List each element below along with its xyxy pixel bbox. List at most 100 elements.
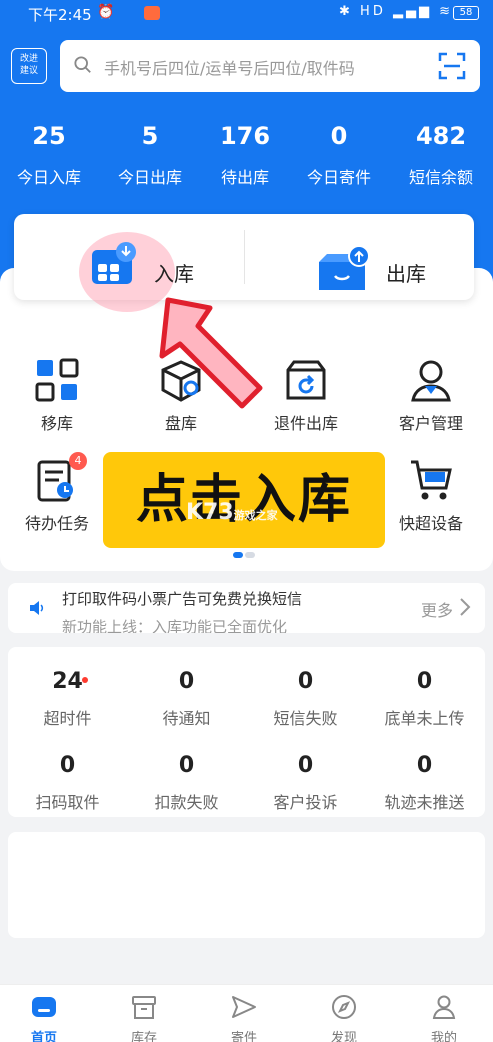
tab-home[interactable]: 首页	[14, 993, 74, 1042]
inbound-button[interactable]: 入库	[14, 214, 244, 300]
tab-inventory[interactable]: 库存	[114, 993, 174, 1042]
count-receipt-not-uploaded[interactable]: 0 底单未上传	[365, 667, 484, 729]
bottom-tab-bar: 首页 库存 寄件 发现 我的	[0, 984, 493, 1042]
scan-icon[interactable]	[438, 52, 466, 80]
move-stock-icon	[35, 358, 79, 402]
grid-label: 待办任务	[24, 514, 89, 533]
tab-send[interactable]: 寄件	[214, 993, 274, 1042]
count-value: 0	[297, 753, 314, 778]
stat-value: 5	[141, 122, 159, 150]
compass-icon	[332, 995, 356, 1019]
watermark: K73游戏之家	[186, 500, 278, 525]
count-label: 扣款失败	[154, 793, 219, 812]
main-action-card: 入库 出库	[14, 214, 474, 312]
notice-text-secondary: 新功能上线：入库功能已全面优化	[62, 618, 288, 633]
user-icon	[432, 995, 456, 1019]
todo-badge: 4	[69, 452, 87, 470]
stat-value: 0	[330, 122, 348, 150]
inventory-icon	[132, 996, 156, 1019]
grid-label: 客户管理	[398, 414, 463, 433]
count-sms-failed[interactable]: 0 短信失败	[246, 667, 365, 729]
search-icon	[74, 56, 91, 73]
alert-dot	[82, 677, 88, 683]
watermark-main: K73	[186, 500, 234, 525]
count-label: 短信失败	[273, 709, 338, 728]
count-value: 0	[178, 753, 195, 778]
chevron-right-icon[interactable]	[459, 597, 471, 617]
network-label: HD	[360, 4, 386, 19]
stat-label: 短信余额	[408, 168, 473, 187]
stat-label: 今日入库	[16, 168, 81, 187]
notice-text: 打印取件码小票广告可免费兑换短信	[62, 590, 303, 608]
stat-label: 今日寄件	[306, 168, 371, 187]
outbound-icon	[319, 245, 370, 290]
count-pending-notify[interactable]: 0 待通知	[127, 667, 246, 729]
recording-icon	[144, 6, 160, 20]
tab-discover[interactable]: 发现	[314, 993, 374, 1042]
count-label: 客户投诉	[273, 793, 338, 812]
count-value: 24	[52, 669, 83, 694]
empty-card	[8, 832, 485, 938]
more-link[interactable]: 更多	[421, 597, 453, 621]
count-scan-pickup[interactable]: 0 扫码取件	[8, 751, 127, 813]
count-label: 超时件	[43, 709, 92, 728]
outbound-label: 出库	[386, 262, 426, 286]
stat-pending-out[interactable]: 176 待出库	[196, 118, 294, 188]
notice-bar[interactable]: 打印取件码小票广告可免费兑换短信 新功能上线：入库功能已全面优化 更多	[8, 583, 485, 633]
grid-label: 移库	[40, 414, 73, 433]
stat-value: 482	[415, 122, 467, 150]
customer-icon	[411, 360, 451, 402]
suggestion-button[interactable]: 改进 建议	[11, 48, 47, 84]
count-value: 0	[178, 669, 195, 694]
return-outbound-icon	[286, 360, 326, 400]
count-track-not-pushed[interactable]: 0 轨迹未推送	[365, 751, 484, 813]
pointer-arrow-icon	[159, 297, 263, 409]
count-value: 0	[59, 753, 76, 778]
count-deduction-failed[interactable]: 0 扣款失败	[127, 751, 246, 813]
count-value: 0	[416, 753, 433, 778]
stat-value: 25	[32, 122, 66, 150]
tab-label: 发现	[330, 1031, 357, 1042]
search-input[interactable]: 手机号后四位/运单号后四位/取件码	[104, 55, 355, 79]
tab-label: 我的	[430, 1031, 457, 1042]
speaker-icon	[30, 601, 44, 615]
stat-today-in[interactable]: 25 今日入库	[0, 118, 98, 188]
status-counts-panel: 24 超时件 0 待通知 0 短信失败 0 底单未上传 0 扫码取件 0 扣款失败 0 客户投…	[8, 647, 485, 817]
tab-label: 库存	[130, 1031, 157, 1042]
tab-label: 寄件	[230, 1031, 257, 1042]
signal-wifi-icon: ✱ HD ▂▄▆ ≋	[339, 4, 453, 19]
stats-row: 25 今日入库 5 今日出库 176 待出库 0 今日寄件 482 短信余额	[0, 118, 493, 198]
stat-value: 176	[219, 122, 271, 150]
count-label: 轨迹未推送	[384, 793, 465, 812]
cart-icon	[411, 460, 452, 500]
count-value: 0	[416, 669, 433, 694]
count-complaints[interactable]: 0 客户投诉	[246, 751, 365, 813]
search-bar[interactable]: 手机号后四位/运单号后四位/取件码	[60, 40, 480, 92]
count-label: 扫码取件	[35, 793, 100, 812]
stat-today-send[interactable]: 0 今日寄件	[290, 118, 388, 188]
tab-label: 首页	[30, 1031, 57, 1042]
status-bar: 下午2:45 ⏰ ✱ HD ▂▄▆ ≋ 58	[0, 0, 493, 28]
outbound-button[interactable]: 出库	[245, 214, 474, 300]
suggestion-line1: 改进	[19, 54, 38, 64]
grid-label: 盘库	[164, 414, 197, 433]
grid-item-cart-device[interactable]: 快超设备	[381, 456, 481, 534]
watermark-sub: 游戏之家	[233, 509, 278, 522]
battery-icon: 58	[453, 6, 479, 20]
stat-label: 待出库	[220, 168, 269, 187]
tab-profile[interactable]: 我的	[414, 993, 474, 1042]
send-icon	[232, 996, 256, 1018]
status-time: 下午2:45	[28, 6, 92, 24]
count-overdue[interactable]: 24 超时件	[8, 667, 127, 729]
count-label: 底单未上传	[384, 709, 465, 728]
grid-item-todo[interactable]: 4 待办任务	[7, 452, 107, 534]
grid-item-move[interactable]: 移库	[7, 356, 107, 434]
inbound-label: 入库	[154, 262, 194, 286]
inbound-icon	[92, 242, 136, 284]
grid-item-customer[interactable]: 客户管理	[381, 356, 481, 434]
stat-sms-balance[interactable]: 482 短信余额	[392, 118, 490, 188]
alarm-icon: ⏰	[97, 4, 119, 20]
count-label: 待通知	[162, 709, 211, 728]
stat-today-out[interactable]: 5 今日出库	[101, 118, 199, 188]
grid-label: 快超设备	[398, 514, 463, 533]
